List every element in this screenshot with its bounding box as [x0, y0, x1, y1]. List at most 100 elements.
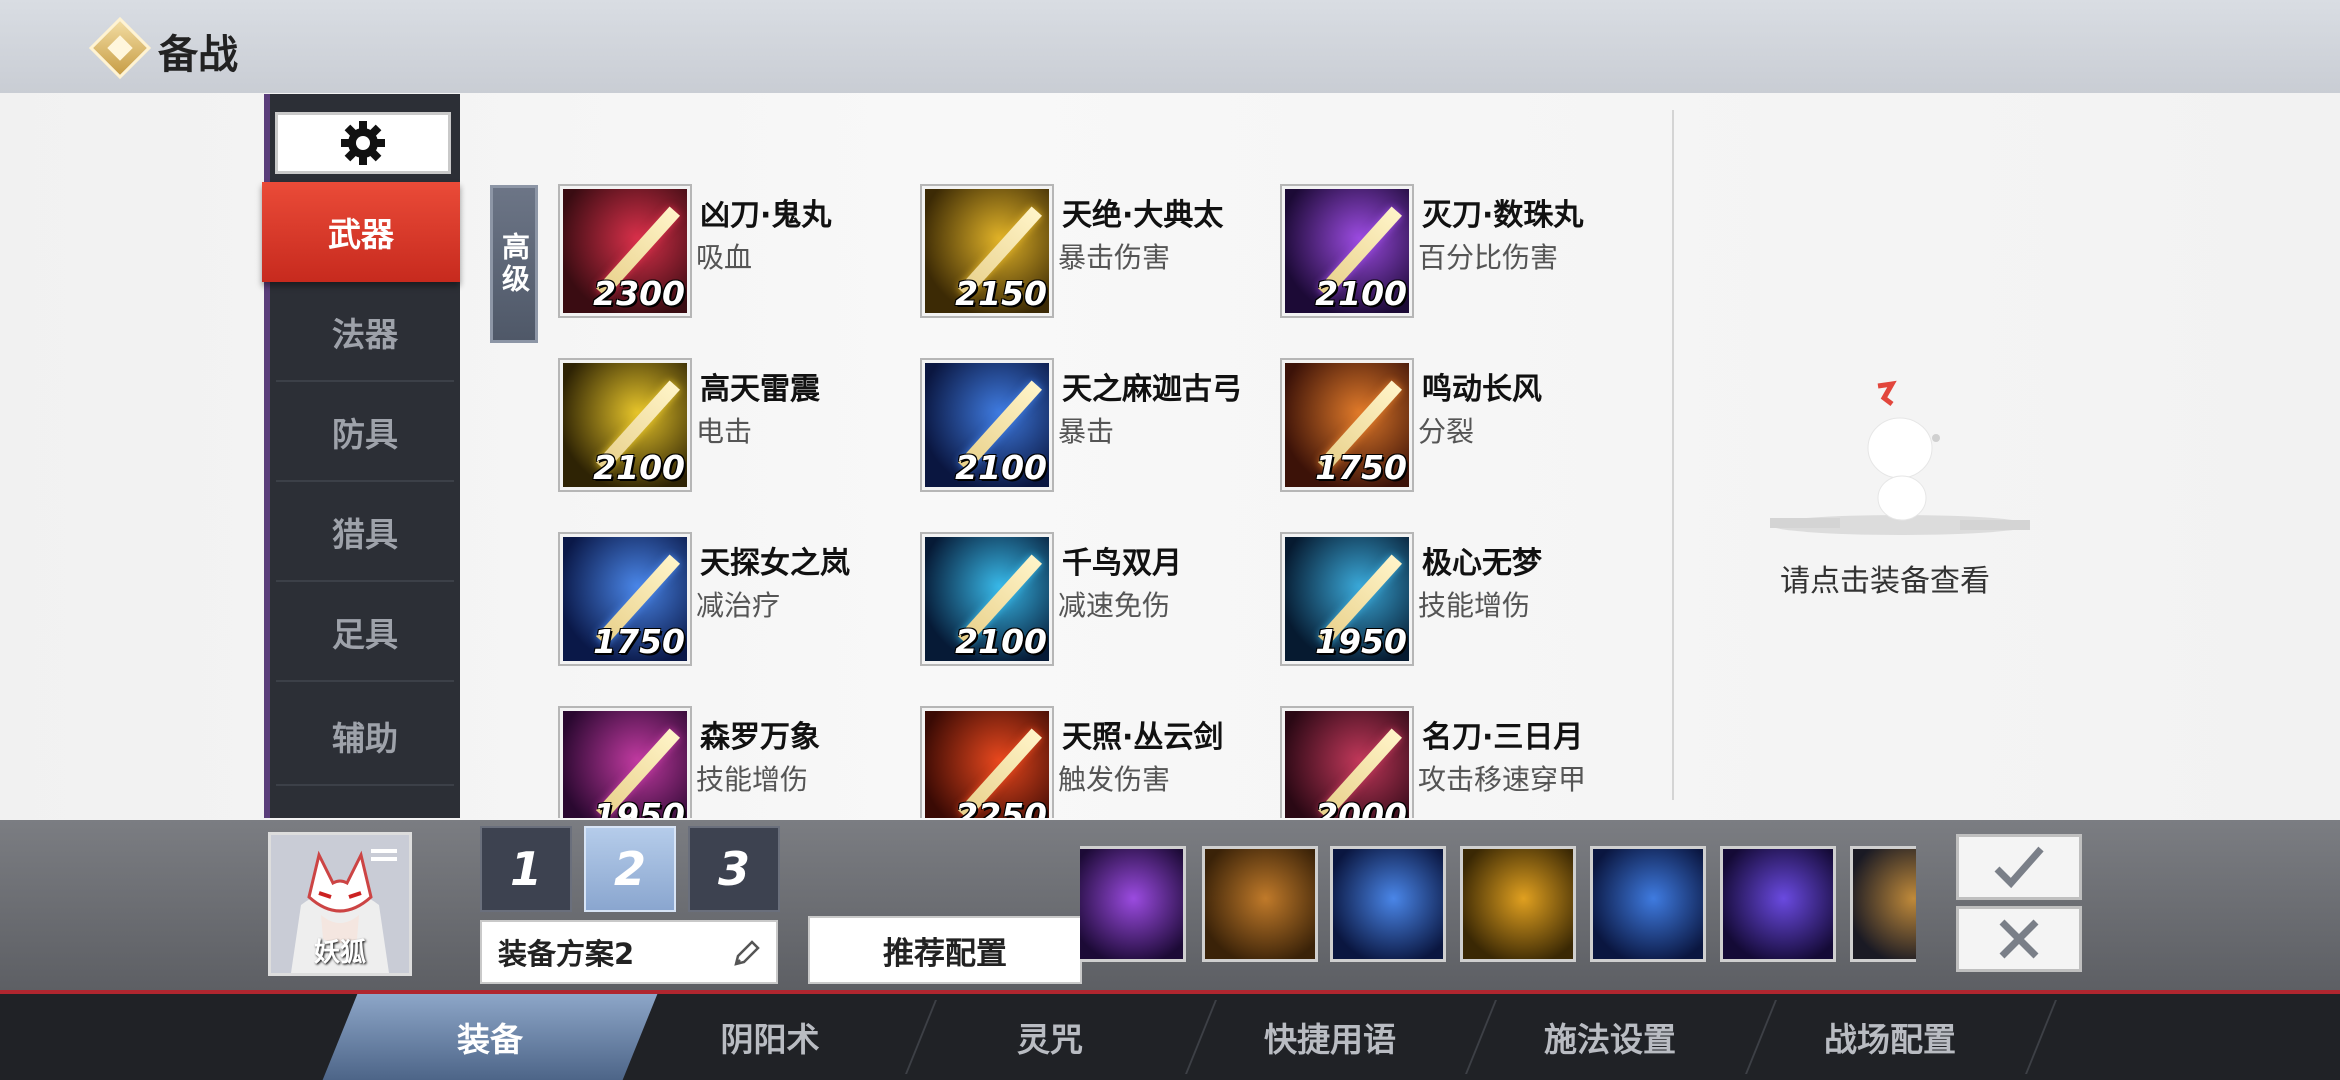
plan-name-field[interactable]: 装备方案2	[480, 920, 778, 984]
item-grid: 2300 凶刀·鬼丸 吸血 2150 天绝·大典太 暴击伤害 2100 灭刀·数…	[540, 94, 1670, 818]
item-price: 2150	[955, 274, 1047, 313]
item-name: 名刀·三日月	[1422, 720, 1584, 755]
item-card[interactable]: 1950 森罗万象 技能增伤	[558, 706, 900, 818]
item-card[interactable]: 2000 名刀·三日月 攻击移速穿甲	[1280, 706, 1622, 818]
gear-icon	[341, 121, 385, 165]
item-effect: 分裂	[1418, 415, 1475, 448]
confirm-button[interactable]	[1956, 834, 2082, 900]
item-name: 天照·丛云剑	[1062, 720, 1224, 755]
spear-icon	[1723, 849, 1833, 959]
page-title: 备战	[158, 32, 238, 78]
weapon-thumbnail: 2100	[920, 358, 1054, 492]
checkmark-icon	[1994, 846, 2044, 889]
weapon-thumbnail: 2300	[558, 184, 692, 318]
sidebar-item-magic-tool[interactable]: 法器	[276, 284, 454, 382]
item-name: 凶刀·鬼丸	[700, 198, 832, 233]
bow-icon	[1593, 849, 1703, 959]
item-effect: 暴击伤害	[1058, 241, 1171, 274]
equipped-slot[interactable]	[1202, 846, 1318, 962]
item-price: 2250	[955, 796, 1047, 818]
item-effect: 攻击移速穿甲	[1418, 763, 1587, 796]
tab-quick-chat[interactable]: 快捷用语	[1200, 994, 1460, 1080]
item-effect: 减治疗	[696, 589, 781, 622]
weapon-thumbnail: 1750	[1280, 358, 1414, 492]
item-effect: 百分比伤害	[1418, 241, 1559, 274]
panel-divider	[1672, 110, 1674, 800]
equipped-items-strip	[1080, 846, 1916, 964]
equipped-slot[interactable]	[1330, 846, 1446, 962]
item-card[interactable]: 2100 高天雷震 电击	[558, 358, 900, 500]
pencil-icon[interactable]	[732, 938, 762, 968]
item-name: 极心无梦	[1422, 546, 1542, 581]
item-price: 1750	[593, 622, 685, 661]
item-card[interactable]: 2250 天照·丛云剑 触发伤害	[920, 706, 1262, 818]
item-name: 天之麻迦古弓	[1062, 372, 1242, 407]
plan-tab-2[interactable]: 2	[584, 826, 676, 912]
item-card[interactable]: 2100 天之麻迦古弓 暴击	[920, 358, 1262, 500]
weapon-thumbnail: 2000	[1280, 706, 1414, 818]
item-price: 2100	[955, 622, 1047, 661]
item-name: 天绝·大典太	[1062, 198, 1224, 233]
item-effect: 电击	[696, 415, 753, 448]
item-card[interactable]: 2100 灭刀·数珠丸 百分比伤害	[1280, 184, 1622, 326]
tab-onmyodo[interactable]: 阴阳术	[640, 994, 900, 1080]
equipped-slot[interactable]	[1850, 846, 1916, 962]
equipped-slot[interactable]	[1590, 846, 1706, 962]
weapon-thumbnail: 2250	[920, 706, 1054, 818]
tab-spells[interactable]: 灵咒	[920, 994, 1180, 1080]
item-price: 1950	[593, 796, 685, 818]
item-card[interactable]: 2100 千鸟双月 减速免伤	[920, 532, 1262, 674]
weapon-thumbnail: 2100	[558, 358, 692, 492]
sidebar-item-hunting-gear[interactable]: 猎具	[276, 484, 454, 582]
hero-avatar[interactable]: 妖狐	[268, 832, 412, 976]
item-effect: 技能增伤	[696, 763, 809, 796]
item-effect: 暴击	[1058, 415, 1115, 448]
weapon-thumbnail: 2100	[920, 532, 1054, 666]
hero-name: 妖狐	[313, 938, 366, 968]
sidebar-item-footwear[interactable]: 足具	[276, 584, 454, 682]
cancel-button[interactable]	[1956, 906, 2082, 972]
item-name: 高天雷震	[700, 372, 820, 407]
plan-name-text: 装备方案2	[498, 937, 635, 971]
equipped-slot[interactable]	[1080, 846, 1186, 962]
weapon-thumbnail: 2100	[1280, 184, 1414, 318]
item-card[interactable]: 1950 极心无梦 技能增伤	[1280, 532, 1622, 674]
sidebar-item-weapon[interactable]: 武器	[262, 182, 460, 282]
back-diamond-icon[interactable]	[88, 16, 152, 80]
item-name: 森罗万象	[700, 720, 820, 755]
settings-button[interactable]	[275, 112, 451, 174]
item-name: 灭刀·数珠丸	[1422, 198, 1584, 233]
dark-katana-icon	[1080, 849, 1183, 959]
tab-battle-config[interactable]: 战场配置	[1760, 994, 2020, 1080]
item-card[interactable]: 1750 天探女之岚 减治疗	[558, 532, 900, 674]
tab-cast-settings[interactable]: 施法设置	[1480, 994, 1740, 1080]
sidebar-item-support[interactable]: 辅助	[276, 688, 454, 786]
plan-tab-1[interactable]: 1	[480, 826, 572, 912]
armor-icon	[1853, 849, 1916, 959]
item-name: 天探女之岚	[700, 546, 850, 581]
plan-tab-3[interactable]: 3	[688, 826, 780, 912]
equipped-slot[interactable]	[1460, 846, 1576, 962]
mascot-placeholder-icon	[1770, 380, 2030, 535]
item-card[interactable]: 2150 天绝·大典太 暴击伤害	[920, 184, 1262, 326]
weapon-thumbnail: 1750	[558, 532, 692, 666]
golden-amulet-icon	[1463, 849, 1573, 959]
item-price: 2100	[593, 448, 685, 487]
item-name: 鸣动长风	[1422, 372, 1542, 407]
item-price: 1950	[1315, 622, 1407, 661]
grade-tag-advanced[interactable]: 高级	[490, 185, 538, 343]
empty-selection-hint: 请点击装备查看	[1780, 564, 1990, 599]
item-card[interactable]: 2300 凶刀·鬼丸 吸血	[558, 184, 900, 326]
boots-icon	[1205, 849, 1315, 959]
item-effect: 吸血	[696, 241, 753, 274]
weapon-thumbnail: 2150	[920, 184, 1054, 318]
gauntlet-icon	[1333, 849, 1443, 959]
equipped-slot[interactable]	[1720, 846, 1836, 962]
item-price: 1750	[1315, 448, 1407, 487]
item-price: 2100	[1315, 274, 1407, 313]
sidebar-item-armor[interactable]: 防具	[276, 384, 454, 482]
item-name: 千鸟双月	[1062, 546, 1182, 581]
recommend-config-button[interactable]: 推荐配置	[808, 916, 1082, 984]
item-card[interactable]: 1750 鸣动长风 分裂	[1280, 358, 1622, 500]
tab-equipment[interactable]: 装备	[340, 994, 640, 1080]
